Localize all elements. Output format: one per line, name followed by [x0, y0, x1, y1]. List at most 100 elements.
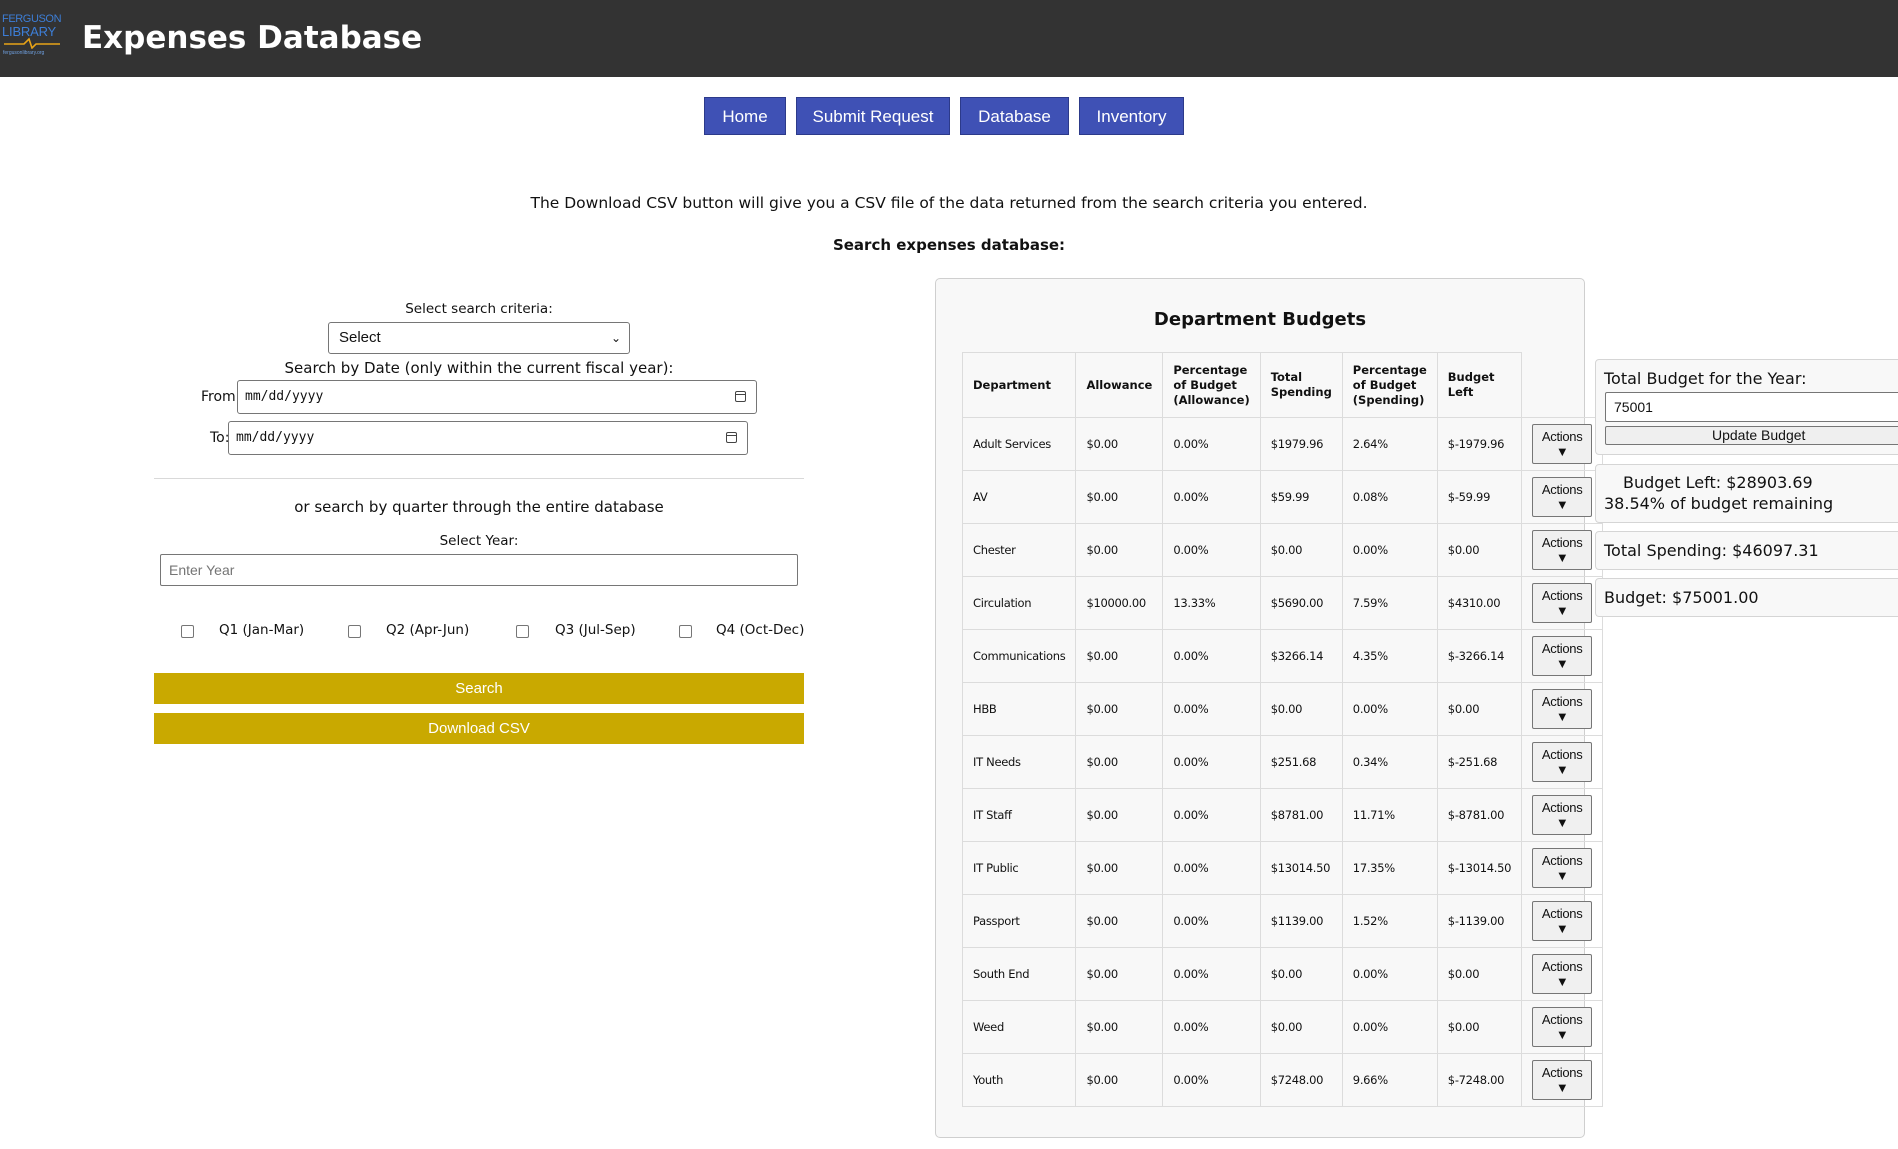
spending-percent-cell: 2.64%	[1341, 417, 1438, 471]
table-row: Adult Services $0.00 0.00% $1979.96 2.64% $-1…	[961, 417, 1604, 471]
actions-cell: Actions ▼	[1521, 629, 1604, 683]
budget-remaining-percent: 38.54% of budget remaining	[1604, 494, 1834, 513]
total-spending-cell: $0.00	[1259, 1000, 1343, 1054]
table-header-row: Department Allowance Percentage of Budge…	[961, 352, 1603, 418]
actions-dropdown-button[interactable]: Actions ▼	[1532, 689, 1593, 729]
caret-down-icon: ▼	[1555, 550, 1569, 565]
year-input[interactable]: Enter Year	[160, 554, 798, 586]
spending-percent-cell: 1.52%	[1341, 894, 1438, 948]
to-date-placeholder: mm/dd/yyyy	[236, 430, 315, 445]
actions-cell: Actions ▼	[1521, 523, 1604, 577]
actions-cell: Actions ▼	[1521, 576, 1604, 630]
department-cell: Communications	[961, 629, 1077, 683]
logo-url: fergusonlibrary.org	[3, 50, 45, 56]
allowance-percent-cell: 0.00%	[1162, 470, 1261, 524]
date-search-heading: Search by Date (only within the current …	[284, 359, 674, 377]
actions-label: Actions	[1541, 641, 1583, 656]
q2-checkbox[interactable]	[348, 625, 361, 638]
table-row: IT Public $0.00 0.00% $13014.50 17.35% $-1301…	[961, 841, 1604, 895]
actions-dropdown-button[interactable]: Actions ▼	[1532, 583, 1593, 623]
from-date-placeholder: mm/dd/yyyy	[245, 389, 324, 404]
calendar-icon[interactable]	[735, 391, 746, 402]
allowance-cell: $0.00	[1075, 523, 1164, 577]
allowance-percent-cell: 0.00%	[1162, 788, 1261, 842]
actions-cell: Actions ▼	[1521, 417, 1604, 471]
total-budget-input[interactable]: 75001	[1605, 392, 1898, 422]
nav-database-button[interactable]: Database	[960, 97, 1069, 135]
budget-left-cell: $-13014.50	[1436, 841, 1523, 895]
actions-dropdown-button[interactable]: Actions ▼	[1532, 901, 1593, 941]
actions-dropdown-button[interactable]: Actions ▼	[1532, 530, 1593, 570]
column-header: Budget Left	[1436, 352, 1523, 418]
nav-inventory-button[interactable]: Inventory	[1079, 97, 1184, 135]
department-cell: Circulation	[961, 576, 1077, 630]
budget-left-cell: $-3266.14	[1436, 629, 1523, 683]
nav-submit-request-button[interactable]: Submit Request	[796, 97, 950, 135]
budget-left-cell: $0.00	[1436, 523, 1523, 577]
table-row: South End $0.00 0.00% $0.00 0.00% $0.00 Action…	[961, 947, 1604, 1001]
search-criteria-select[interactable]: Select ⌄	[328, 322, 630, 354]
table-row: Youth $0.00 0.00% $7248.00 9.66% $-7248.00 Act…	[961, 1053, 1604, 1107]
actions-cell: Actions ▼	[1521, 788, 1604, 842]
department-cell: Chester	[961, 523, 1077, 577]
q3-checkbox[interactable]	[516, 625, 529, 638]
search-button[interactable]: Search	[154, 673, 804, 704]
ferguson-library-logo[interactable]: FERGUSON LIBRARY fergusonlibrary.org	[2, 14, 64, 62]
actions-dropdown-button[interactable]: Actions ▼	[1532, 848, 1593, 888]
chevron-down-icon: ⌄	[610, 331, 621, 345]
budget-left-cell: $-7248.00	[1436, 1053, 1523, 1107]
actions-dropdown-button[interactable]: Actions ▼	[1532, 424, 1593, 464]
table-row: Communications $0.00 0.00% $3266.14 4.35% $-3…	[961, 629, 1604, 683]
caret-down-icon: ▼	[1555, 974, 1569, 989]
column-header: Department	[961, 352, 1077, 418]
actions-dropdown-button[interactable]: Actions ▼	[1532, 795, 1593, 835]
spending-percent-cell: 0.34%	[1341, 735, 1438, 789]
total-spending-cell: $0.00	[1259, 682, 1343, 736]
spending-percent-cell: 4.35%	[1341, 629, 1438, 683]
allowance-cell: $0.00	[1075, 1000, 1164, 1054]
department-cell: Youth	[961, 1053, 1077, 1107]
table-row: IT Staff $0.00 0.00% $8781.00 11.71% $-8781.0…	[961, 788, 1604, 842]
actions-cell: Actions ▼	[1521, 470, 1604, 524]
actions-dropdown-button[interactable]: Actions ▼	[1532, 636, 1593, 676]
table-row: AV $0.00 0.00% $59.99 0.08% $-59.99 Actions ▼	[961, 470, 1604, 524]
table-row: IT Needs $0.00 0.00% $251.68 0.34% $-251.68 Ac…	[961, 735, 1604, 789]
actions-cell: Actions ▼	[1521, 841, 1604, 895]
actions-dropdown-button[interactable]: Actions ▼	[1532, 1007, 1593, 1047]
actions-dropdown-button[interactable]: Actions ▼	[1532, 954, 1593, 994]
to-date-input[interactable]: mm/dd/yyyy	[228, 421, 748, 455]
actions-label: Actions	[1541, 1012, 1583, 1027]
allowance-percent-cell: 0.00%	[1162, 894, 1261, 948]
q1-label: Q1 (Jan-Mar)	[219, 622, 305, 638]
actions-dropdown-button[interactable]: Actions ▼	[1532, 477, 1593, 517]
q1-checkbox[interactable]	[181, 625, 194, 638]
actions-label: Actions	[1541, 853, 1583, 868]
budget-left-cell: $-8781.00	[1436, 788, 1523, 842]
budget-left-box: Budget Left: $28903.69 38.54% of budget …	[1595, 464, 1898, 523]
page-title: Expenses Database	[82, 20, 423, 56]
quarter-search-heading: or search by quarter through the entire …	[294, 498, 664, 516]
actions-label: Actions	[1541, 747, 1583, 762]
q4-checkbox[interactable]	[679, 625, 692, 638]
allowance-percent-cell: 0.00%	[1162, 735, 1261, 789]
actions-cell: Actions ▼	[1521, 1000, 1604, 1054]
download-csv-button[interactable]: Download CSV	[154, 713, 804, 744]
from-date-input[interactable]: mm/dd/yyyy	[237, 380, 757, 414]
table-row: HBB $0.00 0.00% $0.00 0.00% $0.00 Actions ▼	[961, 682, 1604, 736]
actions-dropdown-button[interactable]: Actions ▼	[1532, 1060, 1593, 1100]
actions-label: Actions	[1541, 800, 1583, 815]
budget-left-cell: $0.00	[1436, 682, 1523, 736]
total-spending-cell: $7248.00	[1259, 1053, 1343, 1107]
actions-dropdown-button[interactable]: Actions ▼	[1532, 742, 1593, 782]
nav-home-button[interactable]: Home	[704, 97, 786, 135]
from-label: From:	[201, 389, 241, 405]
department-cell: IT Needs	[961, 735, 1077, 789]
caret-down-icon: ▼	[1555, 762, 1569, 777]
budget-left-cell: $0.00	[1436, 947, 1523, 1001]
update-budget-button[interactable]: Update Budget	[1605, 426, 1898, 445]
budget-total-text: Budget: $75001.00	[1604, 588, 1759, 607]
column-header: Percentage of Budget (Allowance)	[1162, 352, 1261, 418]
actions-label: Actions	[1541, 906, 1583, 921]
calendar-icon[interactable]	[726, 432, 737, 443]
caret-down-icon: ▼	[1555, 1080, 1569, 1095]
